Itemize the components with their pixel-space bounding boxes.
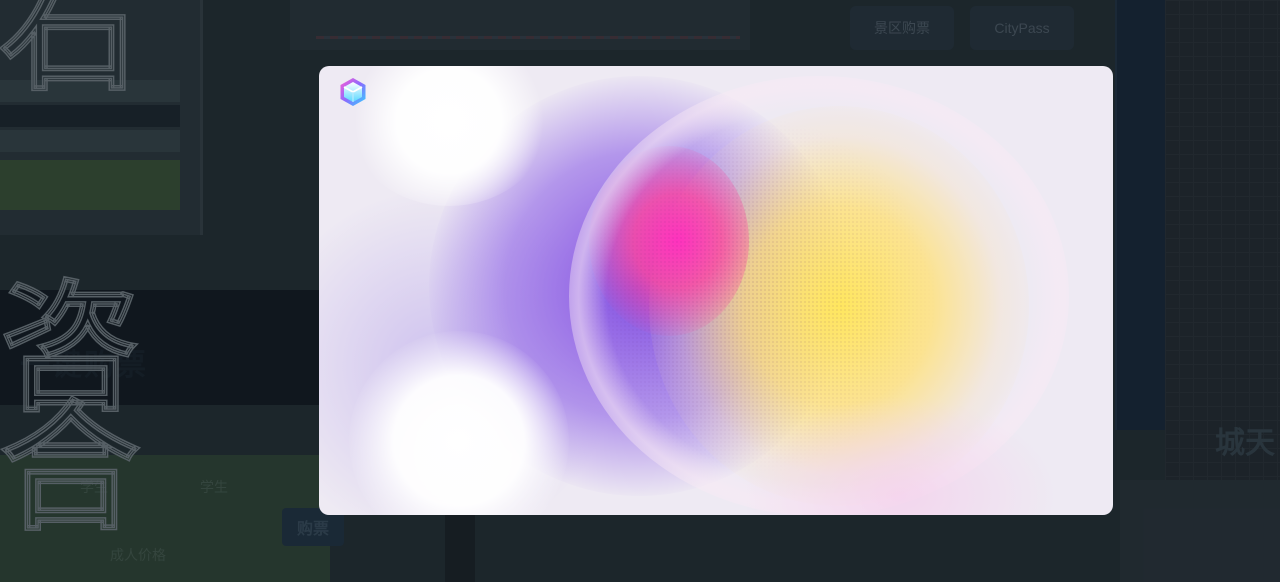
loading-modal — [319, 66, 1113, 515]
hexagon-cube-logo-icon — [337, 76, 369, 108]
